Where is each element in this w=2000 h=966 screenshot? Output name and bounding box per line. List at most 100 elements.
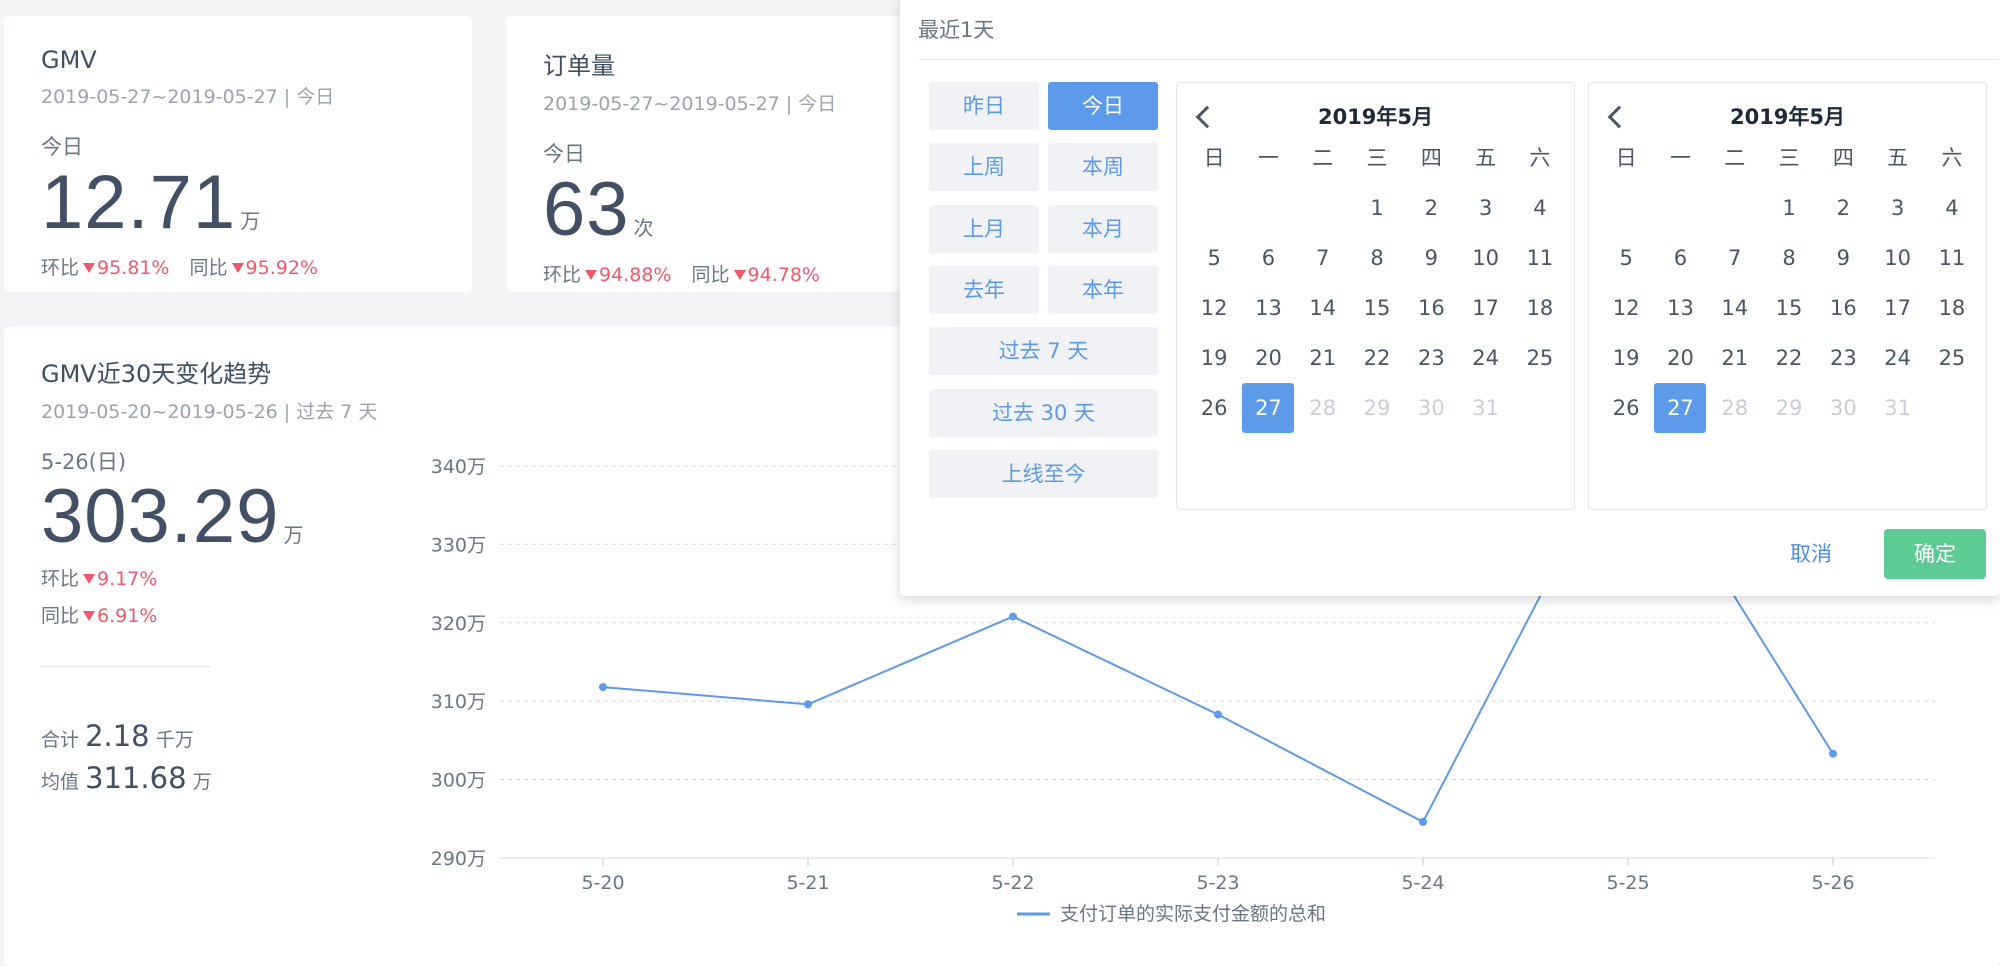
day-cell[interactable]: 8 xyxy=(1350,233,1404,283)
day-cell[interactable]: 2 xyxy=(1404,183,1458,233)
day-cell[interactable]: 10 xyxy=(1458,233,1512,283)
quick-past30-button[interactable]: 过去 30 天 xyxy=(929,389,1158,437)
x-tick-label: 5-21 xyxy=(786,872,829,894)
empty-cell xyxy=(1708,183,1762,233)
day-cell[interactable]: 10 xyxy=(1870,233,1924,283)
day-cell[interactable]: 8 xyxy=(1762,233,1816,283)
day-cell[interactable]: 22 xyxy=(1762,333,1816,383)
weekday-label: 五 xyxy=(1887,146,1909,170)
day-cell[interactable]: 18 xyxy=(1513,283,1567,333)
day-cell[interactable]: 26 xyxy=(1187,383,1241,433)
quick-yesterday-button[interactable]: 昨日 xyxy=(929,82,1039,130)
weekday-label: 三 xyxy=(1778,146,1800,170)
day-cell: 29 xyxy=(1775,396,1803,420)
calendar-month-title: 2019年5月 xyxy=(1729,105,1846,129)
day-cell[interactable]: 19 xyxy=(1187,333,1241,383)
day-cell[interactable]: 1 xyxy=(1350,183,1404,233)
day-cell[interactable]: 17 xyxy=(1458,283,1512,333)
calendar-right: 2019年5月 日一二三四五六 1 2 3 4 5 6 7 8 9 10 11 12 13 14 15 16 17… xyxy=(1588,82,1987,510)
day-cell: 28 xyxy=(1721,396,1749,420)
day-cell[interactable]: 21 xyxy=(1708,333,1762,383)
day-cell[interactable]: 6 xyxy=(1653,233,1707,283)
empty-cell xyxy=(1241,183,1295,233)
day-cell[interactable]: 23 xyxy=(1816,333,1870,383)
quick-today-button[interactable]: 今日 xyxy=(1048,82,1158,130)
day-cell[interactable]: 6 xyxy=(1241,233,1295,283)
day-cell[interactable]: 13 xyxy=(1241,283,1295,333)
day-cell[interactable]: 7 xyxy=(1296,233,1350,283)
weekday-label: 四 xyxy=(1420,146,1442,170)
day-cell-selected[interactable]: 27 xyxy=(1241,383,1295,433)
day-cell[interactable]: 9 xyxy=(1816,233,1870,283)
day-cell[interactable]: 3 xyxy=(1458,183,1512,233)
day-cell-selected[interactable]: 27 xyxy=(1653,383,1707,433)
day-cell[interactable]: 15 xyxy=(1350,283,1404,333)
quick-past7-button[interactable]: 过去 7 天 xyxy=(929,327,1158,375)
quick-last-month-button[interactable]: 上月 xyxy=(929,205,1039,253)
date-picker-popup: 最近1天 昨日 今日 上周 本周 上月 本月 去年 本年 过去 7 天 过去 3… xyxy=(900,0,2000,596)
quick-since-launch-button[interactable]: 上线至今 xyxy=(929,450,1158,498)
day-cell[interactable]: 7 xyxy=(1708,233,1762,283)
day-cell[interactable]: 23 xyxy=(1404,333,1458,383)
day-cell[interactable]: 2 xyxy=(1816,183,1870,233)
weekday-label: 一 xyxy=(1669,146,1691,170)
cancel-button[interactable]: 取消 xyxy=(1790,538,1832,568)
quick-last-week-button[interactable]: 上周 xyxy=(929,143,1039,191)
data-point xyxy=(804,700,812,709)
data-point xyxy=(1214,710,1222,719)
day-cell: 31 xyxy=(1472,396,1499,420)
day-cell[interactable]: 16 xyxy=(1404,283,1458,333)
quick-this-week-button[interactable]: 本周 xyxy=(1048,143,1158,191)
y-tick-label: 310万 xyxy=(431,691,486,713)
day-cell[interactable]: 17 xyxy=(1870,283,1924,333)
day-cell[interactable]: 20 xyxy=(1241,333,1295,383)
y-tick-label: 300万 xyxy=(431,770,486,792)
day-cell[interactable]: 24 xyxy=(1458,333,1512,383)
y-tick-label: 290万 xyxy=(431,848,486,870)
calendar-month-title: 2019年5月 xyxy=(1317,105,1434,129)
weekday-label: 一 xyxy=(1257,146,1279,170)
day-cell[interactable]: 20 xyxy=(1653,333,1707,383)
weekday-label: 三 xyxy=(1366,146,1388,170)
day-cell: 30 xyxy=(1829,396,1857,420)
quick-this-year-button[interactable]: 本年 xyxy=(1048,266,1158,314)
day-cell[interactable]: 3 xyxy=(1870,183,1924,233)
confirm-button[interactable]: 确定 xyxy=(1884,529,1986,579)
day-cell[interactable]: 5 xyxy=(1187,233,1241,283)
day-cell[interactable]: 9 xyxy=(1404,233,1458,283)
day-cell[interactable]: 21 xyxy=(1296,333,1350,383)
calendar-grid: 日一二三四五六 1 2 3 4 5 6 7 8 9 10 11 12 13 14 15 16 17 18 19 20 21… xyxy=(1187,133,1567,433)
day-cell[interactable]: 13 xyxy=(1653,283,1707,333)
day-cell[interactable]: 16 xyxy=(1816,283,1870,333)
day-cell[interactable]: 25 xyxy=(1925,333,1979,383)
day-cell[interactable]: 15 xyxy=(1762,283,1816,333)
day-cell[interactable]: 14 xyxy=(1708,283,1762,333)
day-cell[interactable]: 24 xyxy=(1870,333,1924,383)
x-tick-label: 5-26 xyxy=(1811,872,1854,894)
data-point xyxy=(1829,749,1837,758)
weekday-label: 日 xyxy=(1615,146,1637,170)
weekday-label: 五 xyxy=(1475,146,1497,170)
x-tick-label: 5-23 xyxy=(1196,872,1239,894)
day-cell[interactable]: 19 xyxy=(1599,333,1653,383)
day-cell[interactable]: 25 xyxy=(1513,333,1567,383)
picker-header: 最近1天 xyxy=(918,14,1998,60)
day-cell[interactable]: 4 xyxy=(1513,183,1567,233)
day-cell[interactable]: 22 xyxy=(1350,333,1404,383)
day-cell[interactable]: 11 xyxy=(1513,233,1567,283)
day-cell[interactable]: 12 xyxy=(1599,283,1653,333)
day-cell[interactable]: 18 xyxy=(1925,283,1979,333)
day-cell[interactable]: 11 xyxy=(1925,233,1979,283)
day-cell[interactable]: 14 xyxy=(1296,283,1350,333)
day-cell[interactable]: 4 xyxy=(1925,183,1979,233)
day-cell[interactable]: 26 xyxy=(1599,383,1653,433)
weekday-label: 二 xyxy=(1312,146,1334,170)
quick-this-month-button[interactable]: 本月 xyxy=(1048,205,1158,253)
day-cell[interactable]: 12 xyxy=(1187,283,1241,333)
weekday-label: 六 xyxy=(1529,146,1551,170)
day-cell: 29 xyxy=(1363,396,1391,420)
day-cell[interactable]: 1 xyxy=(1762,183,1816,233)
y-tick-label: 320万 xyxy=(431,613,486,635)
day-cell[interactable]: 5 xyxy=(1599,233,1653,283)
quick-last-year-button[interactable]: 去年 xyxy=(929,266,1039,314)
